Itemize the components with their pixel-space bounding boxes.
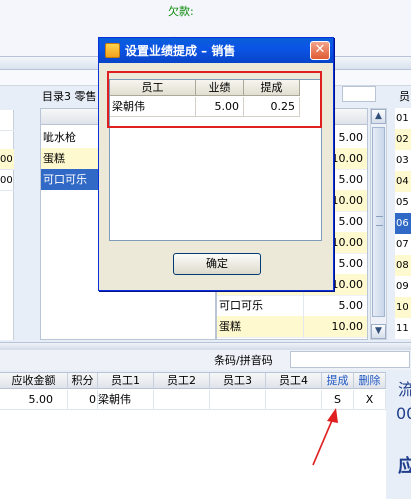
number-column[interactable]: 01 02 03 04 05 06 07 08 09 10 11 xyxy=(395,108,411,340)
employee-number[interactable]: 11 xyxy=(395,318,411,340)
price-row-price: 5.00 xyxy=(338,131,364,144)
small-input[interactable] xyxy=(342,86,376,102)
col-employee-2: 员工2 xyxy=(154,373,210,389)
col-amount: 应收金额 xyxy=(0,373,68,389)
employee-number[interactable]: 10 xyxy=(395,297,411,319)
price-row-price: 5.00 xyxy=(338,299,364,312)
grip-icon xyxy=(376,216,383,226)
price-row-price: 10.00 xyxy=(331,152,364,165)
col-points: 积分 xyxy=(68,373,98,389)
employee-number[interactable]: 01 xyxy=(395,108,411,130)
price-row-name: 可口可乐 xyxy=(219,299,263,312)
set-commission-button[interactable]: S xyxy=(322,390,354,410)
left-cell xyxy=(0,110,14,131)
col-employee-1: 员工1 xyxy=(98,373,154,389)
left-cell: 00 xyxy=(0,149,14,170)
price-row-price: 5.00 xyxy=(338,215,364,228)
cell-employee-1[interactable]: 梁朝伟 xyxy=(98,390,154,410)
app-icon xyxy=(105,43,120,58)
employee-number[interactable]: 07 xyxy=(395,234,411,256)
column-divider xyxy=(303,295,304,317)
barcode-label: 条码/拼音码 xyxy=(214,354,273,367)
price-row[interactable]: 蛋糕 10.00 xyxy=(217,316,367,338)
left-column: 00 00 xyxy=(0,110,14,340)
left-cell: 00 xyxy=(0,170,14,191)
dialog-title: 设置业绩提成 – 销售 xyxy=(125,44,236,58)
scroll-up-button[interactable]: ▲ xyxy=(371,109,386,124)
separator-strip xyxy=(0,342,411,350)
catalog-label: 目录3 零售 xyxy=(42,90,97,103)
price-row-price: 10.00 xyxy=(331,278,364,291)
column-divider xyxy=(303,316,304,338)
cell-employee-3[interactable] xyxy=(210,390,266,410)
employee-number[interactable]: 03 xyxy=(395,150,411,172)
price-row-price: 10.00 xyxy=(331,194,364,207)
cell-employee-4[interactable] xyxy=(266,390,322,410)
employee-number[interactable]: 04 xyxy=(395,171,411,193)
summary-text: 流 xyxy=(398,380,411,399)
employee-number[interactable]: 09 xyxy=(395,276,411,298)
barcode-input[interactable] xyxy=(290,351,410,368)
scroll-thumb[interactable] xyxy=(372,127,385,317)
delete-row-button[interactable]: X xyxy=(354,390,386,410)
employee-number[interactable]: 06 xyxy=(395,213,411,235)
employee-number[interactable]: 02 xyxy=(395,129,411,151)
price-row[interactable]: 可口可乐 5.00 xyxy=(217,295,367,317)
price-row-price: 10.00 xyxy=(331,320,364,333)
price-row-price: 5.00 xyxy=(338,257,364,270)
price-row-price: 10.00 xyxy=(331,236,364,249)
col-delete-link[interactable]: 删除 xyxy=(354,373,386,389)
dialog-titlebar[interactable]: 设置业绩提成 – 销售 ✕ xyxy=(99,38,333,63)
summary-text: 00 xyxy=(396,404,411,423)
col-commission-link[interactable]: 提成 xyxy=(322,373,354,389)
scroll-down-button[interactable]: ▼ xyxy=(371,324,386,339)
price-row-price: 5.00 xyxy=(338,173,364,186)
employee-number[interactable]: 05 xyxy=(395,192,411,214)
price-list-scrollbar[interactable]: ▲ ▼ xyxy=(370,108,387,340)
annotation-highlight-box xyxy=(107,71,322,128)
col-employee-4: 员工4 xyxy=(266,373,322,389)
owed-label: 欠款: xyxy=(168,5,194,18)
summary-text: 应 xyxy=(398,456,411,477)
employee-number[interactable]: 08 xyxy=(395,255,411,277)
close-button[interactable]: ✕ xyxy=(310,41,330,60)
employee-column-label: 员 xyxy=(399,90,410,103)
ok-button[interactable]: 确定 xyxy=(173,253,261,275)
col-employee-3: 员工3 xyxy=(210,373,266,389)
cell-points: 0 xyxy=(68,390,98,410)
cell-amount: 5.00 xyxy=(0,390,68,410)
price-row-name: 蛋糕 xyxy=(219,320,241,333)
sales-grid[interactable]: 应收金额 积分 员工1 员工2 员工3 员工4 提成 删除 5.00 0 梁朝伟… xyxy=(0,372,386,499)
cell-employee-2[interactable] xyxy=(154,390,210,410)
commission-dialog: 设置业绩提成 – 销售 ✕ 员工 业绩 提成 梁朝伟 5.00 0.25 确定 xyxy=(98,37,334,291)
